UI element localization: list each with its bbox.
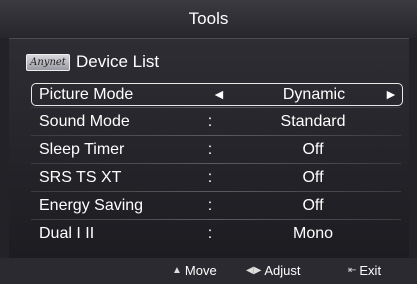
footer-hints: ▲︎ Move ◀▶ Adjust ⇤ Exit	[0, 258, 417, 284]
menu-item-separator: :	[207, 113, 213, 130]
menu-item-label: Sleep Timer	[39, 141, 125, 158]
right-arrow-icon[interactable]: ►	[384, 84, 398, 105]
divider	[31, 219, 401, 220]
exit-icon: ⇤	[348, 265, 357, 276]
menu-item-value: Off	[302, 197, 324, 214]
hint-adjust: ◀▶ Adjust	[246, 258, 301, 284]
menu-item-label: Dual I II	[39, 225, 95, 242]
hint-exit-label: Exit	[359, 263, 382, 278]
divider	[31, 163, 401, 164]
hint-adjust-label: Adjust	[264, 263, 301, 278]
menu-item-energy-saving[interactable]: Energy Saving : Off	[31, 194, 401, 218]
divider	[31, 135, 401, 136]
menu-item-srs-ts-xt[interactable]: SRS TS XT : Off	[31, 166, 401, 190]
device-list-label: Device List	[76, 52, 160, 71]
menu-item-label: Sound Mode	[39, 113, 130, 130]
menu-item-value: Off	[302, 141, 324, 158]
menu-item-separator: :	[207, 141, 213, 158]
menu-item-dual[interactable]: Dual I II : Mono	[31, 222, 401, 246]
menu-item-separator: :	[207, 197, 213, 214]
menu-item-value: Dynamic	[282, 86, 346, 103]
leftright-icon: ◀▶	[246, 265, 262, 276]
device-list-item[interactable]: Anynet Device List	[26, 49, 159, 75]
hint-exit: ⇤ Exit	[348, 258, 381, 284]
menu-item-value: Mono	[292, 225, 334, 242]
menu-item-label: Picture Mode	[39, 86, 134, 103]
window-title: Tools	[0, 0, 417, 38]
tools-menu-panel: Anynet Device List Picture Mode ◄ Dynami…	[9, 38, 409, 259]
tools-osd-window: Tools Anynet Device List Picture Mode ◄ …	[0, 0, 417, 284]
anynet-logo-icon: Anynet	[26, 53, 70, 71]
menu-item-value: Standard	[280, 113, 346, 130]
updown-icon: ▲︎	[172, 265, 182, 276]
divider	[31, 191, 401, 192]
menu-item-separator: :	[207, 225, 213, 242]
hint-move-label: Move	[184, 263, 217, 278]
menu-item-separator: :	[207, 169, 213, 186]
hint-move: ▲︎ Move	[172, 258, 217, 284]
left-arrow-icon[interactable]: ◄	[212, 84, 226, 105]
menu-item-picture-mode[interactable]: Picture Mode ◄ Dynamic ►	[31, 83, 403, 106]
menu-item-label: Energy Saving	[39, 197, 144, 214]
divider	[31, 107, 401, 108]
menu-item-label: SRS TS XT	[39, 169, 122, 186]
menu-item-sleep-timer[interactable]: Sleep Timer : Off	[31, 138, 401, 162]
menu-item-value: Off	[302, 169, 324, 186]
menu-item-sound-mode[interactable]: Sound Mode : Standard	[31, 110, 401, 134]
